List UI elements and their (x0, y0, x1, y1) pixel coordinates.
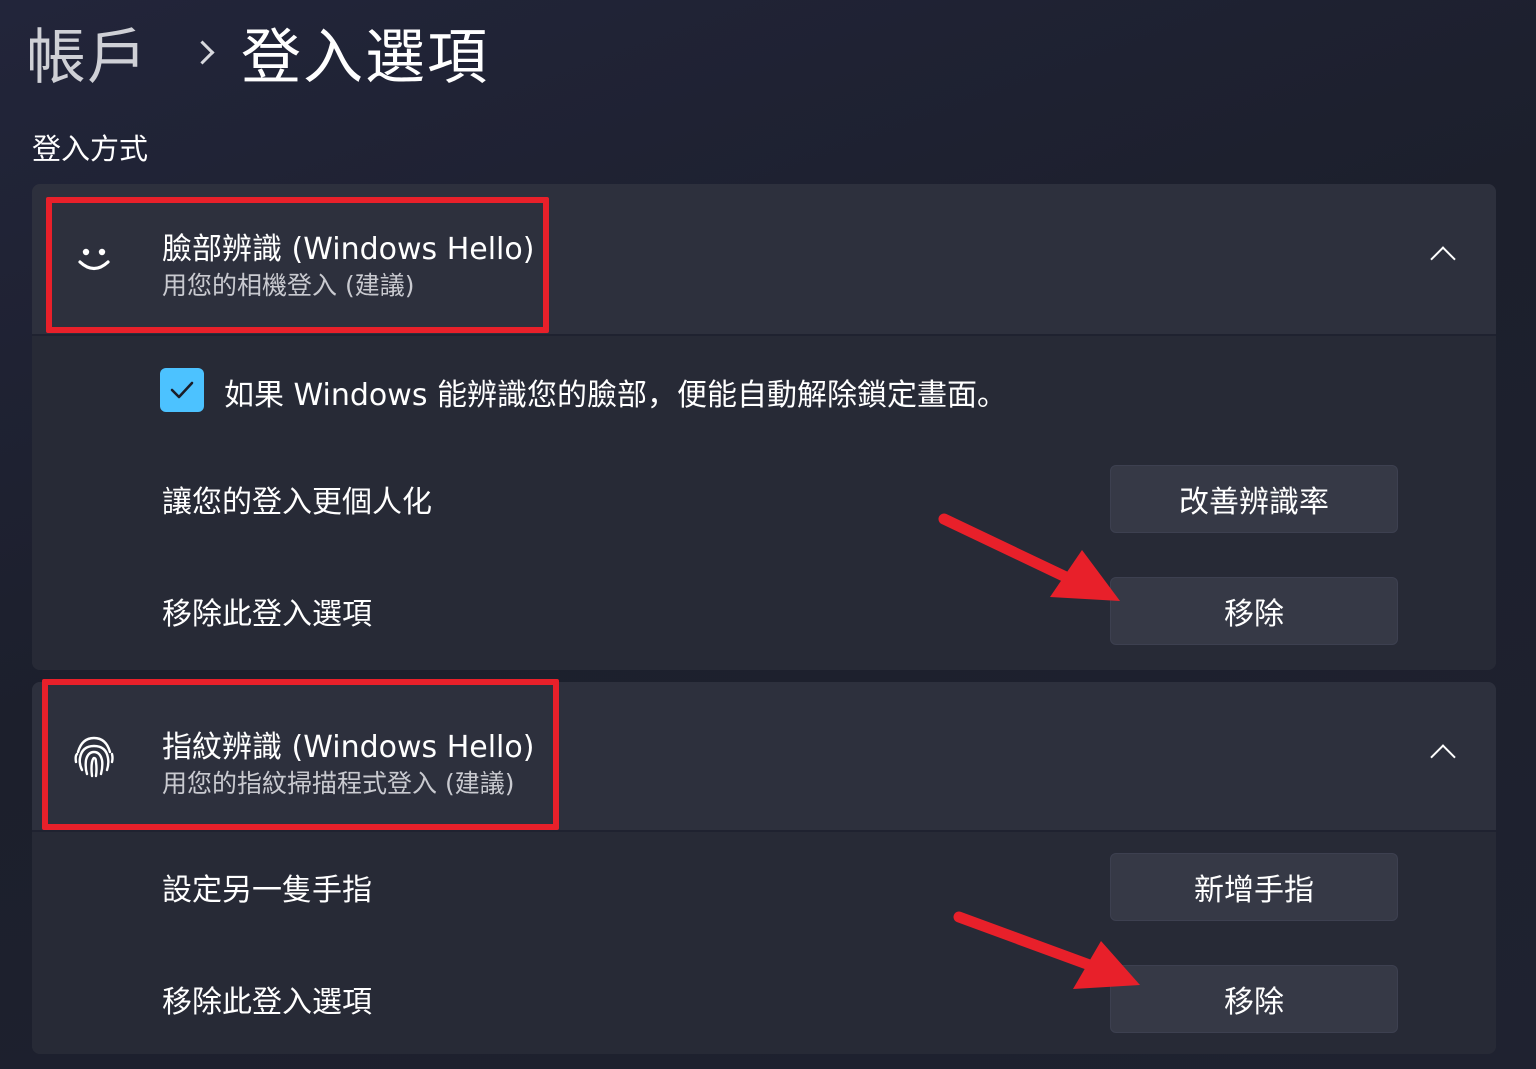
face-recognition-body: 如果 Windows 能辨識您的臉部，便能自動解除鎖定畫面。 讓您的登入更個人化… (32, 334, 1496, 670)
face-recognition-subtitle: 用您的相機登入 (建議) (162, 271, 415, 300)
face-recognition-title: 臉部辨識 (Windows Hello) (162, 232, 535, 267)
face-recognition-header[interactable]: 臉部辨識 (Windows Hello) 用您的相機登入 (建議) (32, 184, 1496, 334)
personalize-label: 讓您的登入更個人化 (162, 485, 432, 520)
add-finger-row: 設定另一隻手指 新增手指 (32, 832, 1496, 942)
auto-unlock-label: 如果 Windows 能辨識您的臉部，便能自動解除鎖定畫面。 (224, 378, 1007, 413)
fingerprint-title: 指紋辨識 (Windows Hello) (162, 730, 535, 765)
auto-unlock-option[interactable]: 如果 Windows 能辨識您的臉部，便能自動解除鎖定畫面。 (32, 356, 1496, 422)
add-finger-button[interactable]: 新增手指 (1110, 853, 1398, 921)
chevron-right-icon (190, 39, 215, 65)
chevron-up-icon[interactable] (1430, 744, 1456, 770)
fingerprint-body: 設定另一隻手指 新增手指 移除此登入選項 移除 (32, 830, 1496, 1054)
page-title: 登入選項 (241, 22, 489, 93)
checkmark-icon (170, 381, 194, 399)
fingerprint-remove-label: 移除此登入選項 (162, 985, 372, 1020)
fingerprint-header[interactable]: 指紋辨識 (Windows Hello) 用您的指紋掃描程式登入 (建議) (32, 682, 1496, 830)
add-finger-label: 設定另一隻手指 (162, 873, 372, 908)
fingerprint-icon (74, 736, 114, 778)
face-remove-row: 移除此登入選項 移除 (32, 556, 1496, 666)
auto-unlock-checkbox[interactable] (160, 368, 204, 412)
fingerprint-remove-button[interactable]: 移除 (1110, 965, 1398, 1033)
personalize-row: 讓您的登入更個人化 改善辨識率 (32, 444, 1496, 554)
smiley-face-icon (78, 248, 110, 271)
face-remove-button[interactable]: 移除 (1110, 577, 1398, 645)
face-remove-label: 移除此登入選項 (162, 597, 372, 632)
improve-recognition-button[interactable]: 改善辨識率 (1110, 465, 1398, 533)
breadcrumb: 帳戶 登入選項 (26, 14, 489, 93)
section-title: 登入方式 (32, 132, 149, 166)
breadcrumb-accounts-link[interactable]: 帳戶 (26, 9, 148, 96)
fingerprint-card: 指紋辨識 (Windows Hello) 用您的指紋掃描程式登入 (建議) 設定… (32, 682, 1496, 1054)
fingerprint-subtitle: 用您的指紋掃描程式登入 (建議) (162, 769, 515, 798)
face-recognition-card: 臉部辨識 (Windows Hello) 用您的相機登入 (建議) 如果 Win… (32, 184, 1496, 670)
fingerprint-remove-row: 移除此登入選項 移除 (32, 944, 1496, 1054)
chevron-up-icon[interactable] (1430, 246, 1456, 272)
